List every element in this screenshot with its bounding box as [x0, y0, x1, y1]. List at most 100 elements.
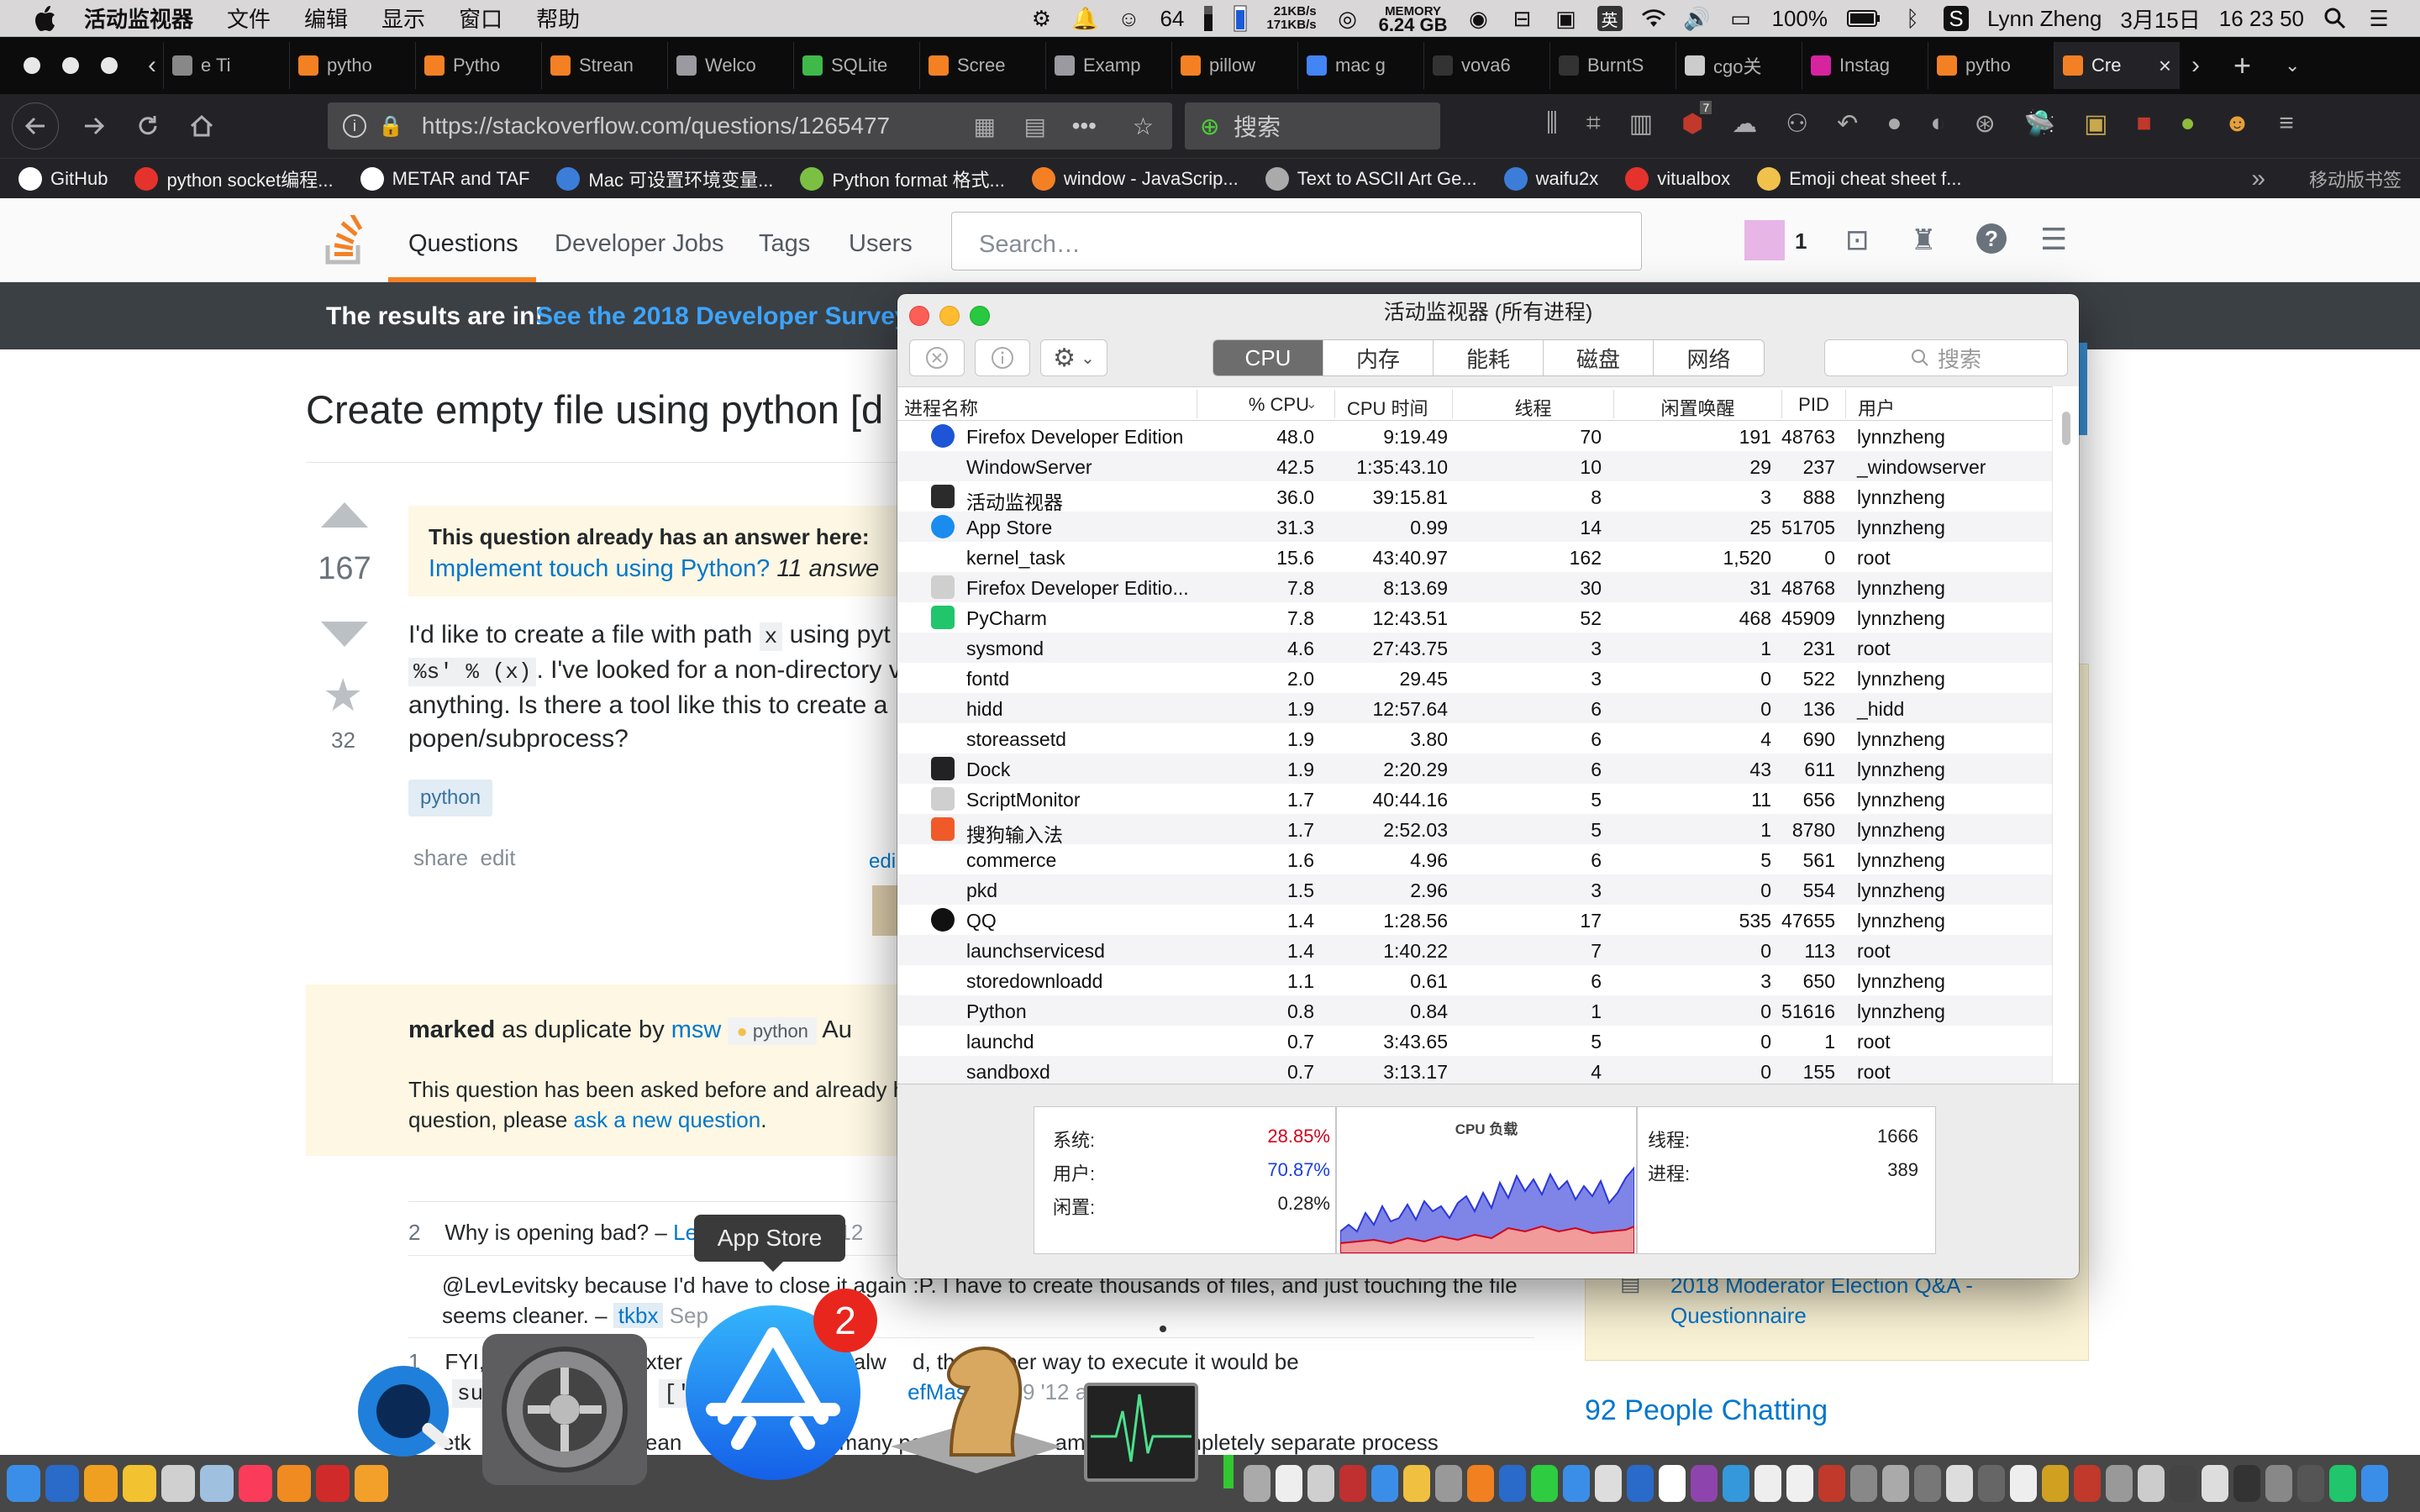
bookmark-item[interactable]: Text to ASCII Art Ge...: [1265, 165, 1477, 192]
process-row[interactable]: Firefox Developer Edition 48.0 9:19.49 70 19…: [897, 421, 2052, 451]
browser-tab[interactable]: pytho: [1928, 42, 2054, 89]
site-switcher-icon[interactable]: ☰: [2040, 222, 2067, 257]
process-row[interactable]: hidd 1.9 12:57.64 6 0 136 _hidd: [897, 693, 2052, 723]
close-tab-icon[interactable]: ×: [2159, 53, 2171, 79]
dock-app-icon[interactable]: [1818, 1465, 1845, 1502]
extension-icon-4[interactable]: ●: [1886, 109, 1902, 139]
gear-status-icon[interactable]: ⚙: [1028, 6, 1054, 31]
process-row[interactable]: 活动监视器 36.0 39:15.81 8 3 888 lynnzheng: [897, 481, 2052, 513]
bookmark-star-icon[interactable]: ☆: [1133, 113, 1154, 140]
minimize-window-button[interactable]: [62, 57, 79, 74]
gear-menu-button[interactable]: ⚙ ⌄: [1040, 339, 1107, 376]
comment-2-user[interactable]: tkbx: [613, 1303, 664, 1328]
bookmark-item[interactable]: Emoji cheat sheet f...: [1757, 165, 1962, 192]
dock-app-icon[interactable]: [355, 1465, 388, 1502]
user-name[interactable]: Lynn Zheng: [1987, 6, 2102, 32]
ublock-icon[interactable]: ⬢ 7: [1681, 101, 1712, 139]
scrollbar-thumb[interactable]: [2062, 412, 2070, 445]
dock-app-icon[interactable]: [2106, 1465, 2133, 1502]
col-threads[interactable]: 线程: [1452, 390, 1613, 419]
favorite-star-icon[interactable]: ★: [323, 669, 363, 722]
bookmark-item[interactable]: window - JavaScrip...: [1031, 165, 1239, 192]
sidebar-link-line-2[interactable]: Questionnaire: [1670, 1300, 1973, 1331]
browser-tab[interactable]: e Ti: [163, 42, 289, 89]
notification-bell-icon[interactable]: 🔔: [1071, 6, 1098, 31]
process-row[interactable]: ScriptMonitor 1.7 40:44.16 5 11 656 lynnzheng: [897, 784, 2052, 814]
bookmarks-overflow-icon[interactable]: »: [2251, 165, 2265, 193]
dock-app-icon[interactable]: [2042, 1465, 2069, 1502]
extension-icon-1[interactable]: ☁: [1732, 109, 1757, 139]
mobile-bookmarks[interactable]: 移动版书签: [2309, 165, 2402, 192]
dock-app-icon[interactable]: [239, 1465, 272, 1502]
process-row[interactable]: storeassetd 1.9 3.80 6 4 690 lynnzheng: [897, 723, 2052, 753]
process-row[interactable]: Firefox Developer Editio... 7.8 8:13.69 30 3…: [897, 572, 2052, 602]
reload-button[interactable]: [129, 108, 166, 144]
minimize-traffic-light[interactable]: [939, 306, 960, 326]
process-row[interactable]: fontd 2.0 29.45 3 0 522 lynnzheng: [897, 663, 2052, 693]
forward-button[interactable]: [76, 108, 113, 144]
cpu-meter-icon[interactable]: [1202, 6, 1214, 31]
col-cpu-time[interactable]: CPU 时间: [1334, 390, 1452, 419]
menu-edit[interactable]: 编辑: [304, 3, 348, 34]
battery-percent[interactable]: 100%: [1772, 6, 1828, 32]
library-icon[interactable]: ⫼: [1546, 109, 1558, 139]
process-row[interactable]: QQ 1.4 1:28.56 17 535 47655 lynnzheng: [897, 905, 2052, 935]
browser-tab[interactable]: SQLite: [793, 42, 919, 89]
process-row[interactable]: kernel_task 15.6 43:40.97 162 1,520 0 root: [897, 542, 2052, 572]
status-counter[interactable]: 64: [1160, 6, 1184, 32]
dock-app-icon[interactable]: [2202, 1465, 2228, 1502]
extension-icon-8[interactable]: ▣: [2084, 109, 2107, 139]
dock-app-icon[interactable]: [161, 1465, 195, 1502]
bookmark-item[interactable]: waifu2x: [1503, 165, 1598, 192]
dock-app-icon[interactable]: [1435, 1465, 1462, 1502]
memory-readout[interactable]: MEMORY 6.24 GB: [1379, 5, 1448, 34]
dock-app-icon[interactable]: [1627, 1465, 1654, 1502]
process-row[interactable]: Dock 1.9 2:20.29 6 43 611 lynnzheng: [897, 753, 2052, 784]
banner-survey-link[interactable]: See the 2018 Developer Survey: [536, 302, 909, 331]
col-pid[interactable]: PID: [1781, 390, 1845, 418]
apple-menu-icon[interactable]: [32, 4, 57, 33]
menu-file[interactable]: 文件: [227, 3, 271, 34]
stop-process-button[interactable]: [909, 339, 965, 376]
duplicate-link[interactable]: Implement touch using Python?: [429, 555, 770, 582]
process-search-input[interactable]: 搜索: [1824, 339, 2068, 376]
info-icon[interactable]: i: [343, 114, 366, 138]
edit-link[interactable]: edit: [481, 845, 516, 870]
system-preferences-dock-icon[interactable]: [482, 1334, 647, 1485]
notification-center-icon[interactable]: ☰: [2366, 6, 2391, 31]
so-search-input[interactable]: Search…: [951, 212, 1642, 270]
so-nav-users[interactable]: Users: [849, 230, 913, 258]
editor-avatar[interactable]: [872, 885, 897, 936]
process-row[interactable]: commerce 1.6 4.96 6 5 561 lynnzheng: [897, 844, 2052, 874]
so-nav-jobs[interactable]: Developer Jobs: [555, 230, 724, 258]
battery-icon[interactable]: [1846, 6, 1881, 31]
zoom-window-button[interactable]: [101, 57, 118, 74]
bookmark-item[interactable]: METAR and TAF: [360, 165, 529, 192]
dock-app-icon[interactable]: [277, 1465, 311, 1502]
clock[interactable]: 16 23 50: [2219, 6, 2304, 32]
close-window-button[interactable]: [24, 57, 40, 74]
extension-icon-9[interactable]: ■: [2136, 109, 2151, 139]
dock-app-icon[interactable]: [123, 1465, 156, 1502]
dock-app-icon[interactable]: [1371, 1465, 1398, 1502]
dock-app-icon[interactable]: [1850, 1465, 1877, 1502]
browser-tab[interactable]: Welco: [667, 42, 793, 89]
extension-icon-5[interactable]: ◐: [1930, 109, 1945, 139]
home-button[interactable]: [183, 108, 220, 144]
browser-tab[interactable]: vova6: [1423, 42, 1549, 89]
extension-icon-2[interactable]: ⚇: [1786, 109, 1808, 139]
bluetooth-icon[interactable]: ᛒ: [1900, 6, 1925, 31]
dock-app-icon[interactable]: [1754, 1465, 1781, 1502]
istat-icon[interactable]: ◎: [1335, 6, 1360, 31]
dock-app-icon[interactable]: [7, 1465, 40, 1502]
sogou-status-icon[interactable]: S: [1944, 6, 1970, 31]
dock-app-icon[interactable]: [1723, 1465, 1749, 1502]
avatar[interactable]: [1744, 220, 1785, 260]
dock-app-icon[interactable]: [2138, 1465, 2165, 1502]
menu-window[interactable]: 窗口: [459, 3, 502, 34]
so-nav-questions[interactable]: Questions: [408, 230, 518, 258]
menu-app-name[interactable]: 活动监视器: [84, 3, 193, 34]
extension-icon-6[interactable]: ⊛: [1975, 109, 1996, 139]
input-method-icon[interactable]: 英: [1597, 6, 1623, 31]
process-row[interactable]: launchd 0.7 3:43.65 5 0 1 root: [897, 1026, 2052, 1056]
